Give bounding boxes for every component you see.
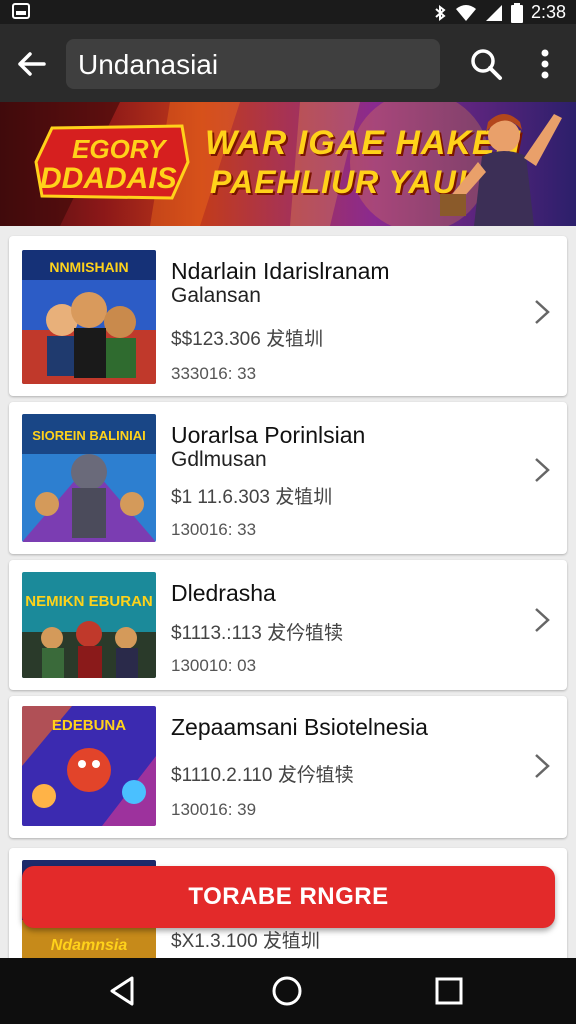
chevron-right-icon: [533, 606, 551, 634]
item-thumbnail: NEMIKN EBURAN: [22, 572, 156, 678]
chevron-right-icon: [533, 456, 551, 484]
item-price: $1110.2.110 犮仱犆犊: [171, 765, 354, 786]
search-button[interactable]: [468, 46, 504, 82]
item-meta: 333016: 33: [171, 364, 257, 383]
app-bar: Undanasiai: [0, 24, 576, 102]
more-vert-icon: [541, 49, 549, 79]
banner-logo-line2: DDADAIS: [40, 162, 177, 195]
item-title: Ndarlain Idarislranam: [171, 258, 390, 284]
back-arrow-icon: [18, 52, 46, 76]
item-title: Uorarlsa Porinlsian: [171, 422, 366, 448]
primary-action-button[interactable]: TORABE RNGRE: [22, 866, 555, 928]
banner-character-image: [438, 102, 576, 226]
item-subtitle: Gdlmusan: [171, 448, 267, 471]
list-item[interactable]: NNMISHAIN Ndarlain Idarislranam Galansan…: [9, 236, 567, 396]
system-nav-bar: [0, 958, 576, 1024]
thumb-label: SIOREIN BALINIAI: [32, 428, 145, 443]
signal-icon: [485, 4, 503, 22]
item-price: $$123.306 犮犆圳: [171, 329, 324, 350]
status-bar: 2:38: [0, 0, 576, 24]
item-thumbnail: SIOREIN BALINIAI: [22, 414, 156, 542]
nav-recents-button[interactable]: [432, 974, 466, 1008]
item-title: Dledrasha: [171, 580, 276, 606]
item-thumbnail: EDEBUNA: [22, 706, 156, 826]
wifi-icon: [455, 4, 477, 22]
chevron-right-icon: [533, 752, 551, 780]
item-meta: 130016: 33: [171, 520, 257, 539]
thumb-label: NNMISHAIN: [49, 259, 128, 275]
promo-banner[interactable]: EGORY DDADAIS WAR IGAE HAKEN PAEHLIUR YA…: [0, 102, 576, 226]
thumb-label: Ndamnsia: [51, 937, 128, 954]
nav-back-icon: [110, 976, 134, 1006]
notification-icon: [12, 3, 30, 19]
nav-recents-icon: [435, 977, 463, 1005]
list-item[interactable]: SIOREIN BALINIAI Uorarlsa Porinlsian Gdl…: [9, 402, 567, 554]
item-title: Zepaamsani Bsiotelnesia: [171, 714, 428, 740]
overflow-menu-button[interactable]: [532, 44, 558, 84]
list-item[interactable]: NEMIKN EBURAN Dledrasha $1113.:113 犮仱犆犊 …: [9, 560, 567, 690]
search-input[interactable]: Undanasiai: [66, 39, 440, 89]
item-thumbnail: NNMISHAIN: [22, 250, 156, 384]
thumb-label: EDEBUNA: [52, 717, 126, 734]
item-price: $X1.3.100 犮犆圳: [171, 931, 320, 952]
nav-home-button[interactable]: [270, 974, 304, 1008]
search-icon: [471, 49, 502, 80]
search-input-value: Undanasiai: [78, 49, 219, 80]
item-meta: 130016: 39: [171, 800, 257, 819]
chevron-right-icon: [533, 298, 551, 326]
thumb-label: NEMIKN EBURAN: [25, 593, 153, 610]
nav-home-icon: [272, 976, 302, 1006]
banner-logo-line1: EGORY: [72, 134, 168, 164]
nav-back-button[interactable]: [106, 974, 140, 1008]
item-price: $1 11.6.303 犮犆圳: [171, 487, 333, 508]
list-item[interactable]: EDEBUNA Zepaamsani Bsiotelnesia $1110.2.…: [9, 696, 567, 838]
item-subtitle: Galansan: [171, 284, 261, 307]
battery-icon: [510, 2, 523, 23]
banner-logo: EGORY DDADAIS: [32, 122, 190, 202]
banner-headline-line2: PAEHLIUR YAU!: [210, 164, 469, 200]
status-time: 2:38: [530, 2, 566, 22]
item-price: $1113.:113 犮仱犆犊: [171, 623, 344, 644]
back-button[interactable]: [14, 46, 50, 82]
bluetooth-icon: [433, 4, 447, 22]
item-meta: 130010: 03: [171, 656, 257, 675]
